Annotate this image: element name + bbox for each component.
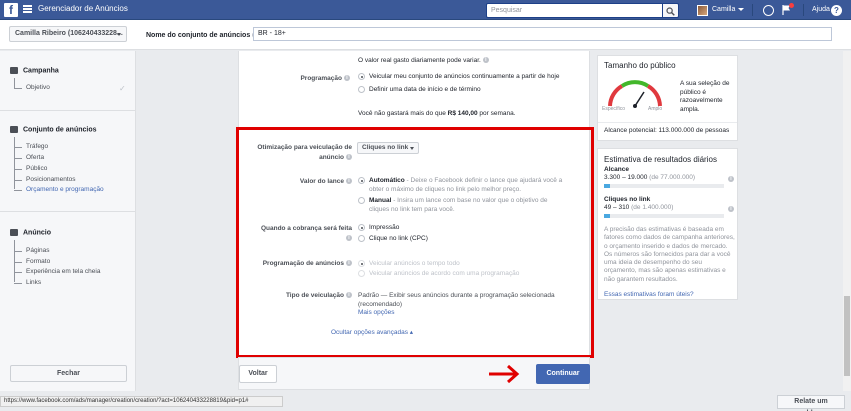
- search-button[interactable]: [663, 3, 679, 18]
- account-name: Camilla Ribeiro (106240433228...: [15, 30, 123, 37]
- info-icon[interactable]: i: [344, 75, 350, 82]
- audience-size-card: Tamanho do público Específico Amplo A su…: [597, 55, 738, 141]
- divider: [752, 4, 753, 16]
- reach-range: 3.300 – 19.000 (de 77.000.000): [604, 174, 696, 181]
- audience-size-title: Tamanho do público: [604, 61, 676, 70]
- browser-status-url: https://www.facebook.com/ads/manager/cre…: [0, 396, 283, 407]
- sidebar-item-objetivo[interactable]: Objetivo: [14, 84, 50, 91]
- reach-bar-fill: [604, 184, 610, 188]
- chevron-down-icon[interactable]: [738, 8, 744, 11]
- link-clicks-range: 49 – 310 (de 1.400.000): [604, 204, 674, 211]
- schedule-dates-radio[interactable]: [358, 86, 365, 93]
- arrow-right-icon: [489, 364, 520, 384]
- search-input[interactable]: Pesquisar: [486, 3, 663, 18]
- chevron-down-icon: [117, 33, 121, 36]
- schedule-dates-label[interactable]: Definir uma data de início e de término: [369, 85, 481, 94]
- gauge-broad-label: Amplo: [648, 106, 663, 112]
- potential-reach: Alcance potencial: 113.000.000 de pessoa…: [604, 127, 730, 134]
- continue-button[interactable]: Continuar: [536, 364, 590, 384]
- notification-badge: [789, 3, 794, 8]
- sidebar-item-paginas[interactable]: Páginas: [14, 247, 50, 254]
- sidebar-item-experiencia[interactable]: Experiência em tela cheia: [14, 268, 100, 275]
- close-button[interactable]: Fechar: [10, 365, 127, 382]
- clicks-bar-fill: [604, 214, 610, 218]
- hamburger-menu-icon[interactable]: [23, 5, 32, 13]
- check-icon: ✓: [119, 84, 126, 93]
- daily-spend-note: O valor real gasto diariamente pode vari…: [358, 56, 489, 65]
- schedule-continuous-radio[interactable]: [358, 73, 365, 80]
- account-selector[interactable]: Camilla Ribeiro (106240433228...: [9, 26, 127, 42]
- schedule-continuous-label[interactable]: Veicular meu conjunto de anúncios contin…: [369, 72, 559, 81]
- divider: [598, 122, 737, 123]
- estimates-feedback-link[interactable]: Essas estimativas foram úteis?: [604, 291, 694, 298]
- help-link[interactable]: Ajuda: [812, 6, 830, 13]
- avatar[interactable]: [697, 5, 708, 16]
- weekly-spend-note: Você não gastará mais do que R$ 140,00 p…: [358, 110, 516, 117]
- sidebar-item-publico[interactable]: Público: [14, 165, 47, 172]
- sidebar-item-formato[interactable]: Formato: [14, 258, 50, 265]
- sidebar-section-adset[interactable]: Conjunto de anúncios: [10, 126, 97, 133]
- creation-sidebar: Campanha Objetivo ✓ Conjunto de anúncios…: [0, 51, 136, 391]
- estimates-title: Estimativa de resultados diários: [604, 155, 717, 164]
- scrollbar-thumb[interactable]: [844, 296, 850, 376]
- sidebar-item-oferta[interactable]: Oferta: [14, 154, 44, 161]
- campaign-icon: [10, 67, 18, 74]
- clicks-bar: [604, 214, 724, 218]
- estimates-disclaimer: A precisão das estimativas é baseada em …: [604, 226, 735, 283]
- divider: [803, 4, 804, 16]
- facebook-logo-icon[interactable]: f: [4, 3, 18, 17]
- sidebar-item-posicionamentos[interactable]: Posicionamentos: [14, 176, 76, 183]
- sidebar-item-trafego[interactable]: Tráfego: [14, 143, 48, 150]
- user-name[interactable]: Camilla: [712, 6, 735, 13]
- info-icon[interactable]: i: [728, 176, 734, 182]
- help-icon[interactable]: ?: [831, 5, 842, 16]
- gauge-specific-label: Específico: [602, 106, 626, 112]
- audience-description: A sua seleção de público é razoavelmente am…: [680, 80, 730, 113]
- search-icon: [666, 7, 675, 16]
- globe-icon[interactable]: [763, 5, 774, 16]
- adset-icon: [10, 126, 18, 133]
- report-problem-button[interactable]: Relate um problema: [777, 395, 845, 411]
- sidebar-item-orcamento[interactable]: Orçamento e programação: [14, 186, 104, 193]
- back-button[interactable]: Voltar: [239, 365, 277, 383]
- info-icon[interactable]: i: [482, 57, 489, 64]
- sidebar-section-campaign[interactable]: Campanha: [10, 67, 59, 74]
- highlight-box: [236, 127, 594, 358]
- adset-name-label: Nome do conjunto de anúnciosi: [146, 32, 259, 39]
- sidebar-section-ad[interactable]: Anúncio: [10, 229, 51, 236]
- divider: [0, 211, 136, 212]
- top-navigation-bar: f Gerenciador de Anúncios Pesquisar Cami…: [0, 0, 851, 20]
- sidebar-item-links[interactable]: Links: [14, 279, 41, 286]
- app-title[interactable]: Gerenciador de Anúncios: [38, 4, 128, 13]
- reach-bar: [604, 184, 724, 188]
- info-icon[interactable]: i: [728, 206, 734, 212]
- ad-set-header: Camilla Ribeiro (106240433228... Nome do…: [0, 20, 851, 50]
- divider: [0, 110, 136, 111]
- schedule-label: Programação i: [270, 74, 350, 84]
- daily-estimates-card: Estimativa de resultados diários Alcance…: [597, 148, 738, 300]
- adset-name-input[interactable]: BR - 18+: [253, 27, 832, 41]
- ad-icon: [10, 229, 18, 236]
- page-scrollbar[interactable]: [843, 51, 851, 391]
